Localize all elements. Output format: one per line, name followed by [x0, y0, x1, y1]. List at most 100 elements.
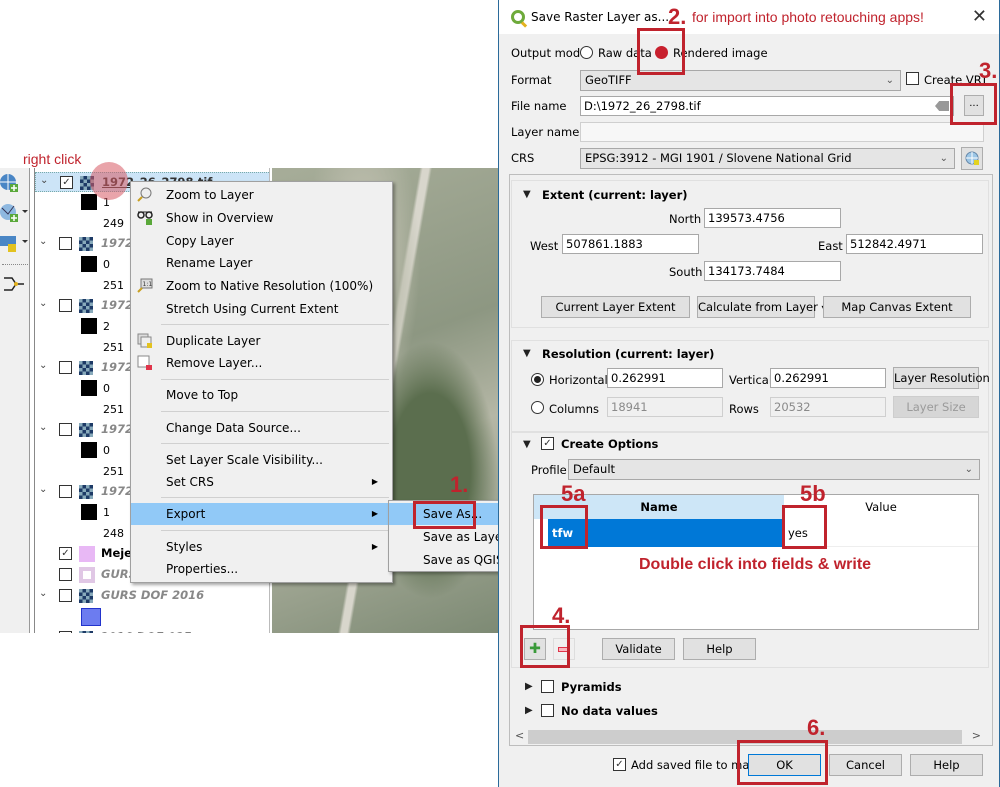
file-name-label: File name: [511, 99, 567, 113]
menu-item-duplicate-layer[interactable]: Duplicate Layer: [131, 330, 392, 352]
pyramids-checkbox[interactable]: [541, 680, 554, 693]
horizontal-input[interactable]: 0.262991: [607, 368, 723, 388]
north-input[interactable]: 139573.4756: [704, 208, 841, 228]
layer-visibility-checkbox[interactable]: [59, 568, 72, 581]
clear-input-icon[interactable]: [935, 101, 949, 111]
layer-visibility-checkbox[interactable]: [59, 299, 72, 312]
layer-row[interactable]: ⌄ GURS DOF 2016: [35, 586, 269, 606]
create-options-title: Create Options: [561, 437, 659, 451]
menu-item-rename-layer[interactable]: Rename Layer: [131, 252, 392, 274]
crs-select[interactable]: EPSG:3912 - MGI 1901 / Slovene National …: [580, 148, 955, 169]
expand-triangle-icon[interactable]: ▶: [525, 681, 533, 692]
west-input[interactable]: 507861.1883: [562, 234, 699, 254]
step1-label: 1.: [450, 472, 469, 497]
expand-chevron-icon[interactable]: ⌄: [40, 175, 48, 186]
crs-selector-button[interactable]: [961, 147, 983, 170]
band-max-value: 251: [103, 341, 124, 354]
band-min-value: 0: [103, 258, 110, 271]
layer-visibility-checkbox[interactable]: ✓: [60, 176, 73, 189]
no-data-checkbox[interactable]: [541, 704, 554, 717]
menu-item-scale-visibility[interactable]: Set Layer Scale Visibility...: [131, 449, 392, 471]
expand-chevron-icon[interactable]: ⌄: [39, 236, 47, 247]
columns-radio[interactable]: [531, 401, 544, 414]
menu-item-set-crs[interactable]: Set CRS ▶: [131, 471, 392, 493]
step4-highlight-box: [520, 625, 570, 668]
step1-highlight-box: [413, 501, 476, 529]
validate-button[interactable]: Validate: [602, 638, 675, 660]
east-input[interactable]: 512842.4971: [846, 234, 983, 254]
add-wms-layer-icon[interactable]: [0, 170, 28, 196]
file-name-input[interactable]: D:\1972_26_2798.tif: [580, 96, 954, 116]
layer-row[interactable]: 2016 DOF 025: [35, 628, 269, 633]
horizontal-radio[interactable]: [531, 373, 544, 386]
current-layer-extent-button[interactable]: Current Layer Extent: [541, 296, 690, 318]
layer-name: 1972: [101, 360, 134, 374]
layer-size-button[interactable]: Layer Size: [893, 396, 979, 418]
resolution-title: Resolution (current: layer): [542, 347, 715, 361]
map-canvas-extent-button[interactable]: Map Canvas Extent: [823, 296, 971, 318]
menu-item-change-data-source[interactable]: Change Data Source...: [131, 417, 392, 439]
layer-visibility-checkbox[interactable]: ✓: [59, 547, 72, 560]
layer-name-input[interactable]: [580, 122, 984, 142]
south-input[interactable]: 134173.7484: [704, 261, 841, 281]
menu-item-show-in-overview[interactable]: Show in Overview: [131, 207, 392, 229]
vertical-input[interactable]: 0.262991: [770, 368, 886, 388]
scroll-right-icon[interactable]: >: [972, 729, 981, 742]
columns-input[interactable]: 18941: [607, 397, 723, 417]
options-help-button[interactable]: Help: [683, 638, 756, 660]
scroll-left-icon[interactable]: <: [515, 729, 524, 742]
layer-visibility-checkbox[interactable]: [59, 589, 72, 602]
layer-visibility-checkbox[interactable]: [59, 361, 72, 374]
submenu-arrow-icon: ▶: [371, 477, 378, 486]
menu-item-stretch-extent[interactable]: Stretch Using Current Extent: [131, 298, 392, 320]
calculate-from-layer-button[interactable]: Calculate from Layer ▼: [697, 296, 828, 318]
add-database-layer-icon[interactable]: [0, 230, 28, 256]
dialog-title: Save Raster Layer as...: [531, 10, 670, 24]
menu-item-zoom-native[interactable]: 1:1 Zoom to Native Resolution (100%): [131, 275, 392, 297]
raw-data-radio[interactable]: [580, 46, 593, 59]
menu-item-export[interactable]: Export ▶: [131, 503, 392, 525]
collapse-triangle-icon[interactable]: ▼: [523, 348, 531, 359]
expand-chevron-icon[interactable]: ⌄: [39, 588, 47, 599]
remove-icon: [137, 355, 153, 371]
north-label: North: [669, 212, 702, 226]
cancel-button[interactable]: Cancel: [829, 754, 902, 776]
expand-chevron-icon[interactable]: ⌄: [39, 422, 47, 433]
step3-label: 3.: [979, 58, 998, 83]
rows-input[interactable]: 20532: [770, 397, 886, 417]
digitize-icon[interactable]: [0, 272, 28, 298]
add-to-map-checkbox[interactable]: ✓: [613, 758, 626, 771]
layer-visibility-checkbox[interactable]: [59, 631, 72, 633]
format-select[interactable]: GeoTIFF ⌄: [580, 70, 901, 91]
menu-item-zoom-to-layer[interactable]: Zoom to Layer: [131, 184, 392, 206]
menu-item-remove-layer[interactable]: Remove Layer...: [131, 352, 392, 374]
close-icon[interactable]: ✕: [972, 6, 987, 27]
layer-resolution-button[interactable]: Layer Resolution: [893, 367, 990, 389]
collapse-triangle-icon[interactable]: ▼: [523, 439, 531, 450]
menu-item-copy-layer[interactable]: Copy Layer: [131, 230, 392, 252]
menu-item-save-as-qgis-style[interactable]: Save as QGIS Layer Style File...: [389, 549, 499, 571]
layer-visibility-checkbox[interactable]: [59, 485, 72, 498]
profile-select[interactable]: Default ⌄: [568, 459, 980, 480]
menu-item-properties[interactable]: Properties...: [131, 558, 392, 580]
help-button[interactable]: Help: [910, 754, 983, 776]
collapse-triangle-icon[interactable]: ▼: [523, 189, 531, 200]
add-wfs-layer-icon[interactable]: [0, 200, 28, 226]
layer-name: 1972: [101, 422, 134, 436]
layer-visibility-checkbox[interactable]: [59, 237, 72, 250]
pyramids-label: Pyramids: [561, 680, 622, 694]
expand-chevron-icon[interactable]: ⌄: [39, 298, 47, 309]
step2-note: for import into photo retouching apps!: [692, 9, 924, 25]
globe-icon: [965, 151, 979, 165]
layer-name: 2016 DOF 025: [101, 630, 192, 633]
expand-triangle-icon[interactable]: ▶: [525, 705, 533, 716]
create-vrt-checkbox[interactable]: [906, 72, 919, 85]
expand-chevron-icon[interactable]: ⌄: [39, 360, 47, 371]
menu-item-move-to-top[interactable]: Move to Top: [131, 384, 392, 406]
menu-item-save-as-layer-definition[interactable]: Save as Layer Definition File...: [389, 526, 499, 548]
create-options-checkbox[interactable]: ✓: [541, 437, 554, 450]
expand-chevron-icon[interactable]: ⌄: [39, 484, 47, 495]
format-label: Format: [511, 73, 552, 87]
menu-item-styles[interactable]: Styles ▶: [131, 536, 392, 558]
layer-visibility-checkbox[interactable]: [59, 423, 72, 436]
